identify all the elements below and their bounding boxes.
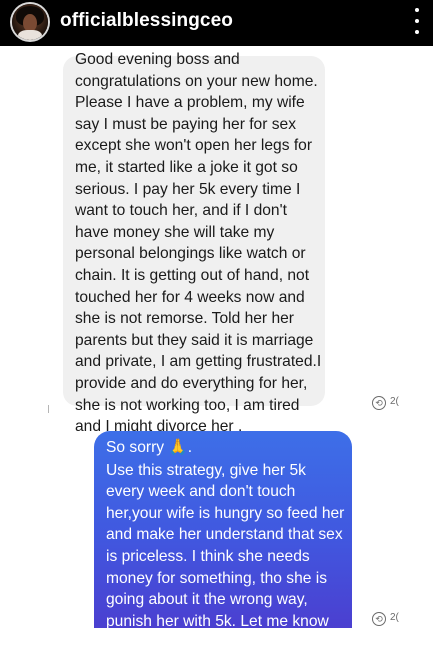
avatar-body bbox=[18, 30, 42, 40]
incoming-message-bubble[interactable]: Good evening boss and congratulations on… bbox=[63, 51, 325, 435]
scroll-tick bbox=[48, 405, 49, 413]
outgoing-greeting: So sorry 🙏. bbox=[106, 439, 193, 456]
dot-icon bbox=[415, 30, 419, 34]
incoming-message-text: Good evening boss and congratulations on… bbox=[75, 51, 322, 436]
conversation-area: Good evening boss and congratulations on… bbox=[0, 46, 433, 651]
avatar[interactable] bbox=[12, 4, 48, 40]
outgoing-reply-count: 2( bbox=[390, 612, 399, 623]
dot-icon bbox=[415, 19, 419, 23]
outgoing-message-bubble[interactable]: So sorry 🙏. Use this strategy, give her … bbox=[94, 431, 352, 651]
outgoing-message-text: Use this strategy, give her 5k every wee… bbox=[106, 461, 345, 652]
dot-icon bbox=[415, 8, 419, 12]
username[interactable]: officialblessingceo bbox=[60, 10, 233, 32]
incoming-reply-count: 2( bbox=[390, 396, 399, 407]
reply-arrow-icon[interactable]: ⟲ bbox=[372, 396, 386, 410]
more-vertical-icon[interactable] bbox=[413, 8, 421, 34]
reply-arrow-icon[interactable]: ⟲ bbox=[372, 612, 386, 626]
top-bar: officialblessingceo bbox=[0, 0, 433, 46]
